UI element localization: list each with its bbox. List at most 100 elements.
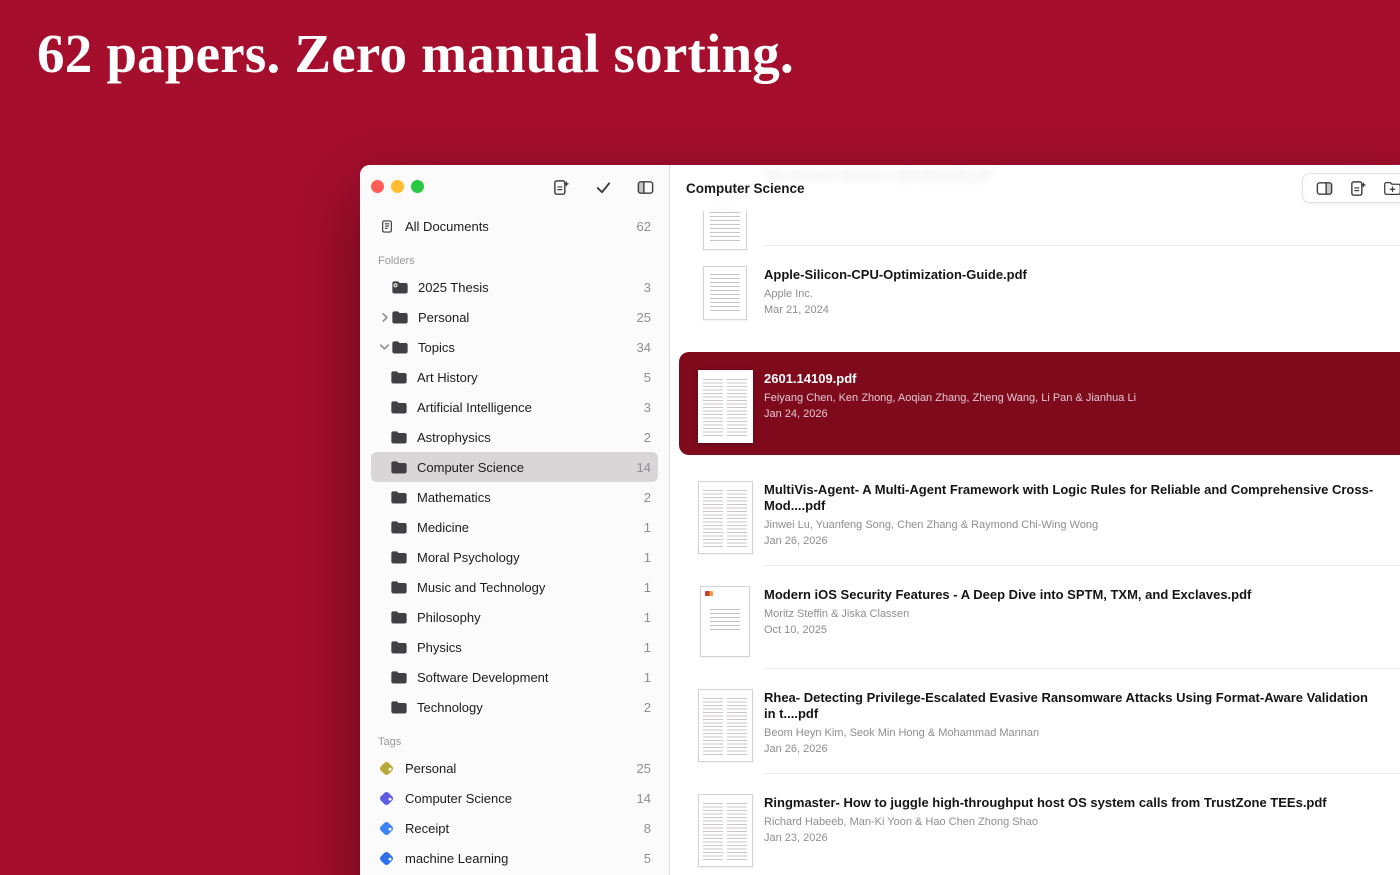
folder-label: 2025 Thesis [418,280,636,295]
folder-label: Artificial Intelligence [417,400,636,415]
folders-section-header: Folders [378,255,651,267]
sidebar-folder-artificial-intelligence[interactable]: Artificial Intelligence3 [371,392,658,422]
sidebar-folder-music-and-technology[interactable]: Music and Technology1 [371,572,658,602]
paper-title: Ringmaster- How to juggle high-throughpu… [764,795,1378,811]
close-button[interactable] [371,180,384,193]
thumbnail-column [686,794,764,867]
paper-row-multivis-agent-a-multi-agent-framework-with-logic-rules-for-reliable-and-comprehensive-cross-mod-pdf[interactable]: MultiVis-Agent- A Multi-Agent Framework … [670,461,1400,566]
sidebar-folder-2025-thesis[interactable]: 2025 Thesis 3 [371,272,658,302]
sidebar-folder-personal[interactable]: Personal25 [371,302,658,332]
folder-icon [390,700,410,715]
sidebar-folder-moral-psychology[interactable]: Moral Psychology1 [371,542,658,572]
paper-row-rhea-detecting-privilege-escalated-evasive-ransomware-attacks-using-format-aware-validation-in-t-pdf[interactable]: Rhea- Detecting Privilege-Escalated Evas… [670,669,1400,774]
page-background: 62 papers. Zero manual sorting. All Docu… [0,0,1400,875]
sidebar-folder-computer-science[interactable]: Computer Science14 [371,452,658,482]
folder-icon [391,340,411,355]
paper-row-modern-ios-security-features-a-deep-dive-into-sptm-txm-and-exclaves-pdf[interactable]: Modern iOS Security Features - A Deep Di… [670,566,1400,669]
paper-thumbnail [698,481,753,554]
hero-headline: 62 papers. Zero manual sorting. [37,22,794,85]
sidebar-folder-medicine[interactable]: Medicine1 [371,512,658,542]
tag-count: 14 [637,791,651,806]
tag-icon [378,823,398,834]
zoom-button[interactable] [411,180,424,193]
check-icon[interactable] [593,177,613,197]
folder-icon [390,460,410,475]
chevron-down-icon[interactable] [378,343,391,351]
tag-label: Personal [405,761,629,776]
tag-icon [378,793,398,804]
paper-text: MultiVis-Agent- A Multi-Agent Framework … [764,481,1400,554]
folder-count: 3 [644,280,651,295]
sidebar-tag-computer-science[interactable]: Computer Science 14 [371,783,658,813]
paper-text: 2601.14109.pdfFeiyang Chen, Ken Zhong, A… [764,370,1400,443]
auto-file-icon[interactable] [551,177,571,197]
folder-icon [390,670,410,685]
sidebar-folder-mathematics[interactable]: Mathematics2 [371,482,658,512]
thumbnail-column [686,689,764,762]
paper-authors: Beom Heyn Kim, Seok Min Hong & Mohammad … [764,727,1378,740]
toggle-preview-icon[interactable] [1314,178,1334,198]
thumbnail-column [686,370,764,443]
sidebar-tag-personal[interactable]: Personal 25 [371,753,658,783]
sidebar: All Documents 62 Folders 2025 Thesis 3 Per… [360,165,670,875]
paper-title: MultiVis-Agent- A Multi-Agent Framework … [764,482,1378,514]
content-toolbar [1302,173,1400,203]
document-list-pane: The Belated Workers [2013] [pdf].pdfAppl… [670,165,1400,875]
folder-label: Moral Psychology [417,550,636,565]
toggle-sidebar-icon[interactable] [635,177,655,197]
folder-label: Music and Technology [417,580,636,595]
folder-icon [390,640,410,655]
folder-label: Physics [417,640,636,655]
paper-date: Jan 23, 2026 [764,832,1378,845]
tag-icon [378,763,398,774]
paper-date: Jan 24, 2026 [764,408,1378,421]
folder-label: Astrophysics [417,430,636,445]
tag-label: Computer Science [405,791,629,806]
tag-count: 8 [644,821,651,836]
folder-list: 2025 Thesis 3 Personal25Topics34Art Histor… [360,272,669,722]
paper-thumbnail [698,794,753,867]
folder-count: 1 [644,610,651,625]
paper-thumbnail [698,370,753,443]
folder-count: 1 [644,640,651,655]
app-window: All Documents 62 Folders 2025 Thesis 3 Per… [360,165,1400,875]
sidebar-item-all-documents[interactable]: All Documents 62 [371,211,658,241]
minimize-button[interactable] [391,180,404,193]
folder-label: Personal [418,310,629,325]
folder-count: 1 [644,670,651,685]
folder-label: Software Development [417,670,636,685]
paper-date: Jan 26, 2026 [764,743,1378,756]
sidebar-folder-astrophysics[interactable]: Astrophysics 2 [371,422,658,452]
tag-count: 25 [637,761,651,776]
sidebar-folder-software-development[interactable]: Software Development 1 [371,662,658,692]
thumbnail-column [686,481,764,554]
tag-icon [378,853,398,864]
traffic-lights [371,180,424,193]
sidebar-tag-receipt[interactable]: Receipt8 [371,813,658,843]
paper-row-ringmaster-how-to-juggle-high-throughput-host-os-system-calls-from-trustzone-tees-pdf[interactable]: Ringmaster- How to juggle high-throughpu… [670,774,1400,875]
sidebar-folder-physics[interactable]: Physics 1 [371,632,658,662]
folder-count: 2 [644,430,651,445]
sidebar-folder-philosophy[interactable]: Philosophy 1 [371,602,658,632]
chevron-right-icon[interactable] [378,312,391,323]
paper-date: Oct 10, 2025 [764,624,1378,637]
folder-label: Topics [418,340,629,355]
sidebar-folder-topics[interactable]: Topics34 [371,332,658,362]
paper-row-apple-silicon-cpu-optimization-guide-pdf[interactable]: Apple-Silicon-CPU-Optimization-Guide.pdf… [670,246,1400,348]
new-folder-icon[interactable] [1382,178,1400,198]
paper-text: Modern iOS Security Features - A Deep Di… [764,586,1400,657]
sidebar-folder-technology[interactable]: Technology2 [371,692,658,722]
folder-icon [390,520,410,535]
sidebar-tag-machine-learning[interactable]: machine Learning5 [371,843,658,873]
folder-label: Computer Science [417,460,629,475]
auto-file-icon[interactable] [1348,178,1368,198]
sidebar-folder-art-history[interactable]: Art History5 [371,362,658,392]
content-header: Computer Science [670,165,1400,211]
sidebar-toolbar [551,177,655,197]
paper-date: Jan 26, 2026 [764,535,1378,548]
paper-row-2601-14109-pdf[interactable]: 2601.14109.pdfFeiyang Chen, Ken Zhong, A… [679,352,1400,455]
thumbnail-column [686,266,764,336]
folder-label: Philosophy [417,610,636,625]
paper-authors: Richard Habeeb, Man-Ki Yoon & Hao Chen Z… [764,816,1378,829]
paper-title: Rhea- Detecting Privilege-Escalated Evas… [764,690,1378,722]
